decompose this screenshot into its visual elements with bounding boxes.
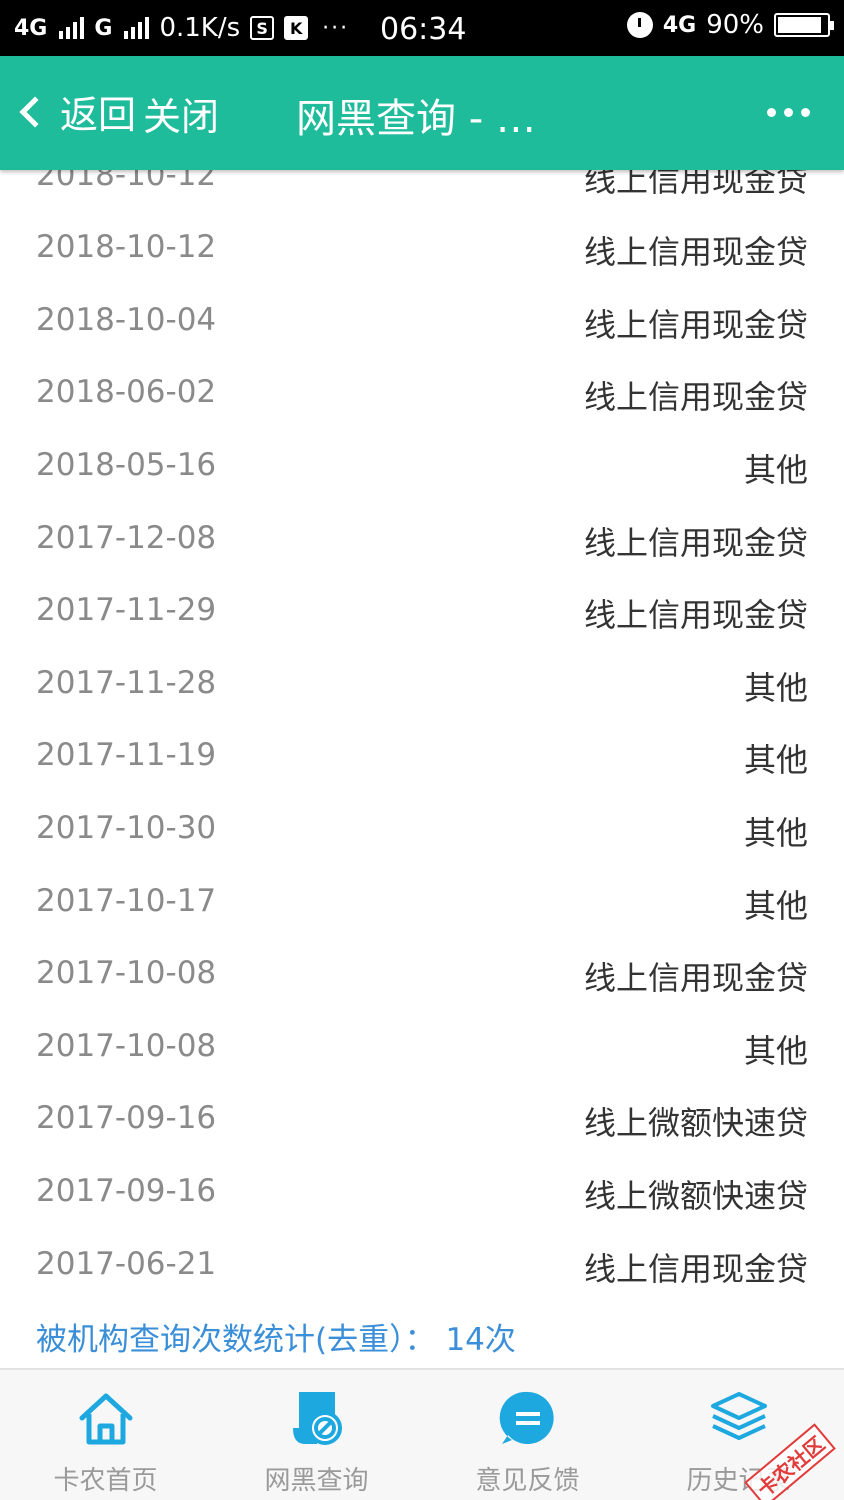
record-date: 2017-10-08 xyxy=(36,1028,217,1064)
signal-icon xyxy=(59,17,85,39)
record-type: 线上信用现金贷 xyxy=(583,306,808,344)
list-item: 2017-10-08 其他 xyxy=(0,1012,844,1084)
battery-percent: 90% xyxy=(706,10,764,40)
chevron-left-icon xyxy=(19,95,51,128)
record-date: 2018-05-16 xyxy=(36,447,217,483)
list-item: 2018-06-02 线上信用现金贷 xyxy=(0,358,844,430)
list-item: 2017-11-28 其他 xyxy=(0,649,844,721)
list-item: 2017-10-30 其他 xyxy=(0,794,844,866)
record-date: 2017-11-29 xyxy=(36,592,217,628)
app-header: 返回 关闭 网黑查询 - … xyxy=(0,56,844,170)
record-type: 其他 xyxy=(743,887,808,925)
record-date: 2018-10-04 xyxy=(36,302,217,338)
layers-icon xyxy=(710,1392,767,1440)
nav-home[interactable]: 卡农首页 xyxy=(0,1370,211,1500)
nav-label: 卡农首页 xyxy=(53,1466,158,1496)
record-date: 2017-12-08 xyxy=(36,520,217,556)
record-type: 线上信用现金贷 xyxy=(583,233,808,271)
nav-history[interactable]: 历史记录 卡农社区 xyxy=(633,1370,844,1500)
back-button[interactable]: 返回 xyxy=(14,84,136,139)
record-date: 2017-10-17 xyxy=(36,883,217,919)
close-button[interactable]: 关闭 xyxy=(143,86,219,141)
network-type-3: 4G xyxy=(662,12,697,38)
list-item: 2018-10-12 线上信用现金贷 xyxy=(0,213,844,285)
list-item: 2017-10-08 线上信用现金贷 xyxy=(0,939,844,1011)
record-type: 其他 xyxy=(743,814,808,852)
network-type-2: G xyxy=(94,15,113,41)
list-item: 2018-05-16 其他 xyxy=(0,431,844,503)
record-date: 2018-10-12 xyxy=(36,170,217,193)
nav-label: 意见反馈 xyxy=(475,1466,580,1496)
app-s-icon: S xyxy=(250,16,275,40)
list-item: 2017-11-19 其他 xyxy=(0,721,844,793)
record-date: 2018-10-12 xyxy=(36,229,217,265)
record-date: 2017-10-30 xyxy=(36,810,217,846)
record-type: 线上信用现金贷 xyxy=(583,959,808,997)
list-item: 2017-09-16 线上微额快速贷 xyxy=(0,1157,844,1229)
query-count-summary: 被机构查询次数统计(去重）： 14次 xyxy=(36,1322,516,1358)
record-date: 2018-06-02 xyxy=(36,374,217,410)
status-bar: 4G G 0.1K/s S K ··· 06:34 4G 90% xyxy=(0,0,844,56)
list-item: 2018-10-12 线上信用现金贷 xyxy=(0,170,844,213)
battery-icon xyxy=(774,13,834,37)
nav-blacklist-search[interactable]: 网黑查询 xyxy=(211,1370,422,1500)
nav-feedback[interactable]: 意见反馈 xyxy=(422,1370,633,1500)
alarm-icon xyxy=(626,12,653,38)
record-type: 线上信用现金贷 xyxy=(583,1250,808,1288)
network-speed: 0.1K/s xyxy=(159,13,241,43)
record-date: 2017-11-19 xyxy=(36,737,217,773)
network-type: 4G xyxy=(14,15,48,41)
record-type: 线上微额快速贷 xyxy=(583,1104,808,1142)
record-type: 线上信用现金贷 xyxy=(583,524,808,562)
list-item: 2018-10-04 线上信用现金贷 xyxy=(0,286,844,358)
list-item: 2017-09-16 线上微额快速贷 xyxy=(0,1084,844,1156)
list-item: 2017-11-29 线上信用现金贷 xyxy=(0,576,844,648)
list-item: 2017-06-21 线上信用现金贷 xyxy=(0,1230,844,1302)
record-type: 线上信用现金贷 xyxy=(583,378,808,416)
list-item: 2017-12-08 线上信用现金贷 xyxy=(0,504,844,576)
record-type: 线上信用现金贷 xyxy=(583,170,808,199)
bottom-nav: 卡农首页 网黑查询 意见反馈 历史记录 卡农社区 xyxy=(0,1368,844,1500)
more-notifications-icon: ··· xyxy=(322,15,350,41)
list-item: 2017-10-17 其他 xyxy=(0,867,844,939)
home-icon xyxy=(79,1393,132,1445)
record-type: 线上信用现金贷 xyxy=(583,596,808,634)
clock: 06:34 xyxy=(380,12,467,47)
page-title: 网黑查询 - … xyxy=(296,96,536,142)
app-k-icon: K xyxy=(284,16,309,40)
signal-icon-2 xyxy=(124,17,150,39)
record-type: 其他 xyxy=(743,669,808,707)
record-type: 其他 xyxy=(743,741,808,779)
feedback-icon xyxy=(499,1391,554,1444)
more-menu-icon[interactable] xyxy=(767,108,810,117)
record-list[interactable]: 2018-10-12 线上信用现金贷 2018-10-12 线上信用现金贷 20… xyxy=(0,170,844,1368)
back-label: 返回 xyxy=(60,93,137,137)
record-date: 2017-11-28 xyxy=(36,665,217,701)
nav-label: 网黑查询 xyxy=(264,1466,369,1496)
record-date: 2017-09-16 xyxy=(36,1173,217,1209)
record-type: 线上微额快速贷 xyxy=(583,1177,808,1215)
blacklist-search-icon xyxy=(292,1392,342,1445)
record-type: 其他 xyxy=(743,451,808,489)
record-date: 2017-06-21 xyxy=(36,1246,217,1282)
record-date: 2017-09-16 xyxy=(36,1100,217,1136)
record-date: 2017-10-08 xyxy=(36,955,217,991)
record-type: 其他 xyxy=(743,1032,808,1070)
